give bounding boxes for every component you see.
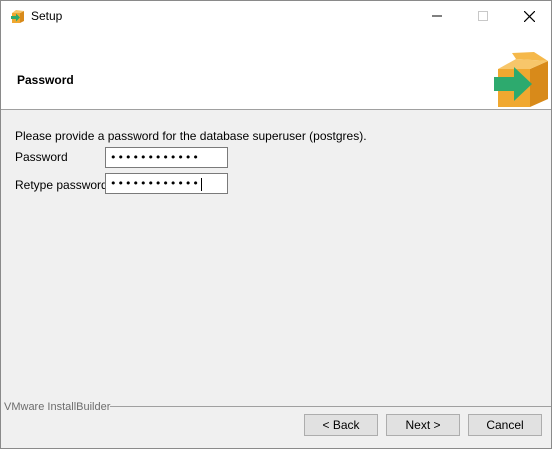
close-icon (523, 10, 535, 22)
next-button[interactable]: Next > (386, 414, 460, 436)
minimize-icon (432, 15, 442, 17)
close-button[interactable] (506, 1, 552, 31)
installer-box-arrow-icon (494, 52, 548, 107)
cancel-button[interactable]: Cancel (468, 414, 542, 436)
retype-password-field[interactable]: •••••••••••• (105, 173, 228, 194)
window-title: Setup (31, 9, 63, 23)
password-value: •••••••••••• (110, 151, 200, 164)
intro-text: Please provide a password for the databa… (15, 129, 367, 143)
back-button[interactable]: < Back (304, 414, 378, 436)
maximize-icon (478, 11, 488, 21)
retype-password-value: •••••••••••• (110, 177, 200, 190)
footer-brand: VMware InstallBuilder (4, 401, 111, 413)
password-field[interactable]: •••••••••••• (105, 147, 228, 168)
retype-password-label: Retype password (15, 178, 108, 192)
password-label: Password (15, 150, 68, 164)
setup-window: Setup Password Please provide a password… (0, 0, 552, 449)
footer-divider (105, 406, 551, 407)
maximize-button[interactable] (460, 1, 506, 31)
setup-app-icon (11, 10, 24, 23)
page-header: Password (1, 31, 551, 110)
content-area: Please provide a password for the databa… (1, 111, 551, 401)
page-title: Password (17, 73, 74, 87)
title-bar[interactable]: Setup (1, 1, 551, 31)
minimize-button[interactable] (414, 1, 460, 31)
text-caret (200, 177, 202, 191)
